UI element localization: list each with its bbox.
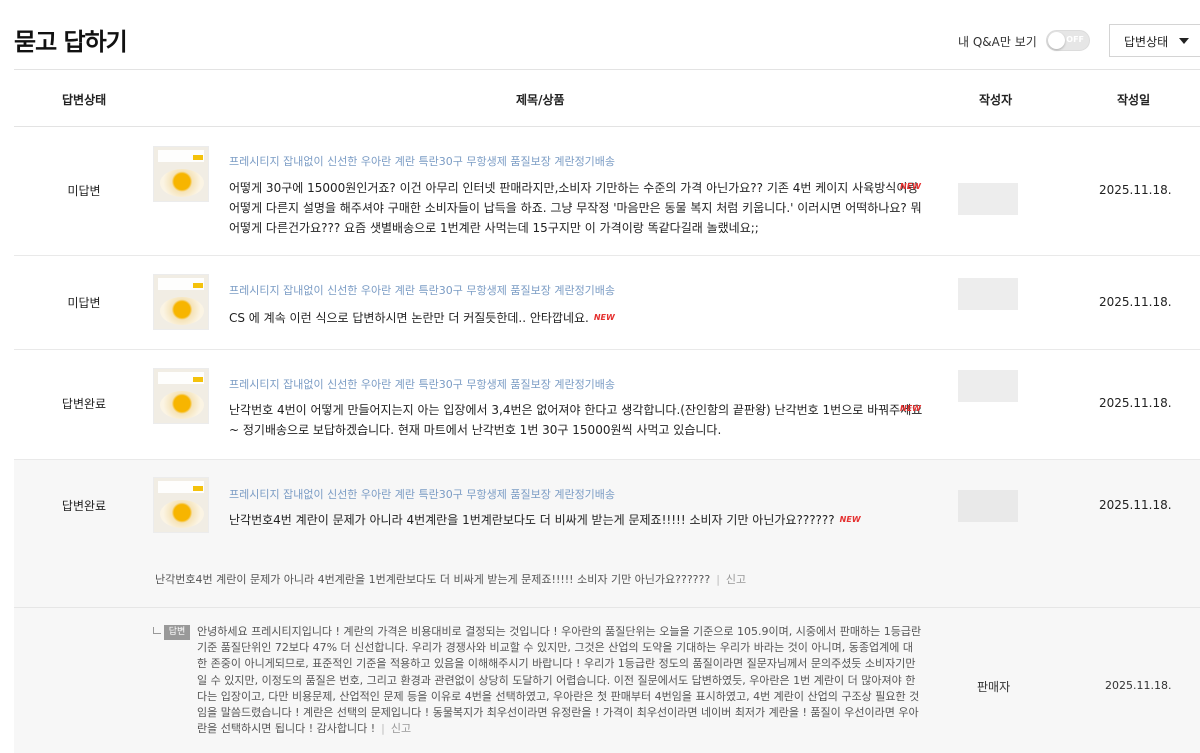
question-text-content: 난각번호4번 계란이 문제가 아니라 4번계란을 1번계란보다도 더 비싸게 받… [229, 513, 835, 527]
table-row[interactable]: 미답변 프레시티지 잡내없이 신선한 우아란 계란 특란30구 무항생제 품질보… [14, 256, 1200, 350]
answer-status: 답변완료 [61, 397, 107, 411]
caret-down-icon [1179, 38, 1189, 44]
product-thumbnail[interactable] [153, 274, 209, 330]
egg-image [160, 391, 204, 419]
toggle-state-text: OFF [1066, 35, 1084, 44]
answer-badge: 답변 [164, 625, 190, 640]
qa-detail-panel: 난각번호4번 계란이 문제가 아니라 4번계란을 1번계란보다도 더 비싸게 받… [14, 551, 1200, 753]
separator: | [716, 573, 720, 586]
answer-status: 미답변 [67, 296, 101, 310]
answer-report-link[interactable]: 신고 [391, 722, 411, 735]
answer-date: 2025.11.18. [1105, 679, 1172, 692]
detail-question-text: 난각번호4번 계란이 문제가 아니라 4번계란을 1번계란보다도 더 비싸게 받… [155, 573, 711, 586]
question-text-content: CS 에 계속 이런 식으로 답변하시면 논란만 더 커질듯한데.. 안타깝네요… [229, 311, 589, 325]
answer-author: 판매자 [977, 680, 1011, 694]
product-thumbnail[interactable] [153, 146, 209, 202]
page-title: 묻고 답하기 [14, 28, 128, 56]
column-header-title-product: 제목/상품 [516, 93, 565, 107]
separator: | [381, 722, 385, 736]
product-title-link[interactable]: 프레시티지 잡내없이 신선한 우아란 계란 특란30구 무항생제 품질보장 계란… [229, 153, 615, 169]
egg-image [160, 169, 204, 197]
author-blurred [958, 278, 1018, 310]
detail-question: 난각번호4번 계란이 문제가 아니라 4번계란을 1번계란보다도 더 비싸게 받… [155, 571, 746, 587]
product-title-link[interactable]: 프레시티지 잡내없이 신선한 우아란 계란 특란30구 무항생제 품질보장 계란… [229, 376, 615, 392]
column-header-author: 작성자 [979, 93, 1013, 107]
page-header: 묻고 답하기 내 Q&A만 보기 OFF 답변상태 [0, 0, 1200, 70]
table-row[interactable]: 답변완료 프레시티지 잡내없이 신선한 우아란 계란 특란30구 무항생제 품질… [14, 350, 1200, 460]
new-badge: NEW [593, 313, 615, 322]
created-date: 2025.11.18. [1099, 498, 1172, 512]
divider [14, 607, 1200, 608]
new-badge: NEW [839, 515, 861, 524]
question-text[interactable]: CS 에 계속 이런 식으로 답변하시면 논란만 더 커질듯한데.. 안타깝네요… [229, 308, 615, 328]
created-date: 2025.11.18. [1099, 396, 1172, 410]
author-blurred [958, 183, 1018, 215]
created-date: 2025.11.18. [1099, 183, 1172, 197]
my-qa-only-label: 내 Q&A만 보기 [958, 35, 1037, 49]
answer-text-content: 안녕하세요 프레시티지입니다 ! 계란의 가격은 비용대비로 결정되는 것입니다… [197, 625, 922, 736]
product-thumbnail[interactable] [153, 368, 209, 424]
product-title-link[interactable]: 프레시티지 잡내없이 신선한 우아란 계란 특란30구 무항생제 품질보장 계란… [229, 282, 615, 298]
reply-arrow-icon [153, 627, 161, 634]
egg-image [160, 500, 204, 528]
my-qa-toggle[interactable]: OFF [1046, 30, 1090, 51]
toggle-knob [1048, 32, 1065, 49]
question-text[interactable]: 어떻게 30구에 15000원인거죠? 이건 아무리 인터넷 판매라지만,소비자… [229, 178, 929, 238]
author-blurred [958, 490, 1018, 522]
egg-image [160, 297, 204, 325]
answer-text: 안녕하세요 프레시티지입니다 ! 계란의 가격은 비용대비로 결정되는 것입니다… [197, 624, 923, 737]
table-row-expanded[interactable]: 답변완료 프레시티지 잡내없이 신선한 우아란 계란 특란30구 무항생제 품질… [14, 460, 1200, 551]
answer-status: 미답변 [67, 184, 101, 198]
table-row[interactable]: 미답변 프레시티지 잡내없이 신선한 우아란 계란 특란30구 무항생제 품질보… [14, 127, 1200, 256]
created-date: 2025.11.18. [1099, 295, 1172, 309]
answer-status-dropdown-label: 답변상태 [1124, 35, 1169, 49]
author-blurred [958, 370, 1018, 402]
answer-status: 답변완료 [61, 499, 107, 513]
question-text[interactable]: 난각번호4번 계란이 문제가 아니라 4번계란을 1번계란보다도 더 비싸게 받… [229, 510, 861, 530]
table-header: 답변상태 제목/상품 작성자 작성일 [14, 69, 1200, 127]
column-header-date: 작성일 [1117, 93, 1151, 107]
new-badge: NEW [900, 182, 921, 191]
product-title-link[interactable]: 프레시티지 잡내없이 신선한 우아란 계란 특란30구 무항생제 품질보장 계란… [229, 486, 615, 502]
report-link[interactable]: 신고 [726, 573, 746, 586]
new-badge: NEW [900, 404, 921, 413]
product-thumbnail[interactable] [153, 477, 209, 533]
question-text[interactable]: 난각번호 4번이 어떻게 만들어지는지 아는 입장에서 3,4번은 없어져야 한… [229, 400, 929, 440]
column-header-status: 답변상태 [62, 93, 107, 107]
